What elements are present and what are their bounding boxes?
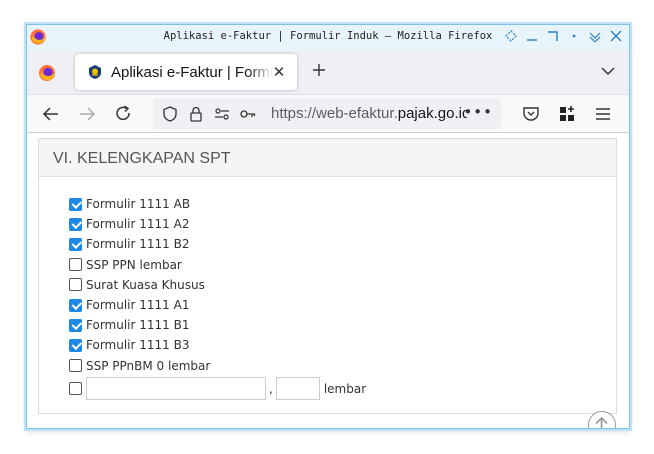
lembar-label: lembar xyxy=(323,381,367,396)
dot-icon[interactable] xyxy=(567,28,581,44)
checklist-item[interactable]: Surat Kuasa Khusus xyxy=(69,275,366,295)
checkbox[interactable] xyxy=(69,258,82,272)
chevron-down-icon[interactable] xyxy=(597,60,619,82)
url-text[interactable]: https://web-efaktur.pajak.go.id xyxy=(271,105,467,122)
shield-icon[interactable] xyxy=(161,105,179,123)
checklist-item[interactable]: Formulir 1111 A2 xyxy=(69,214,366,234)
scroll-to-top-button[interactable] xyxy=(588,411,616,428)
checkbox-label: Formulir 1111 B1 xyxy=(86,318,190,333)
lock-icon[interactable] xyxy=(187,105,205,123)
checkbox-label: Formulir 1111 A1 xyxy=(86,298,190,313)
checkbox-label: Formulir 1111 AB xyxy=(86,197,191,212)
checklist-item[interactable]: Formulir 1111 B1 xyxy=(69,315,366,335)
checkbox-label: Formulir 1111 A2 xyxy=(86,217,190,232)
other-attachment-checkbox[interactable] xyxy=(69,382,82,396)
checklist-item[interactable]: Formulir 1111 B3 xyxy=(69,335,366,355)
kelengkapan-spt-panel: VI. KELENGKAPAN SPT Formulir 1111 AB For… xyxy=(38,138,617,414)
attachment-checklist: Formulir 1111 AB Formulir 1111 A2 Formul… xyxy=(69,194,366,401)
checkbox-label: Surat Kuasa Khusus xyxy=(86,277,205,292)
checkbox[interactable] xyxy=(69,318,82,332)
url-bar[interactable]: https://web-efaktur.pajak.go.id ••• xyxy=(153,98,501,129)
firefox-view-icon[interactable] xyxy=(37,63,57,83)
close-window-icon[interactable] xyxy=(609,28,623,44)
browser-window: Aplikasi e-Faktur | Formulir Induk — Moz… xyxy=(26,24,630,429)
pocket-icon[interactable] xyxy=(520,103,542,125)
checkbox-label: SSP PPnBM 0 lembar xyxy=(86,358,211,373)
checkbox[interactable] xyxy=(69,298,82,312)
new-tab-button[interactable] xyxy=(306,58,332,84)
checkbox[interactable] xyxy=(69,338,82,352)
back-arrow-icon[interactable] xyxy=(40,103,62,125)
minimize-icon[interactable] xyxy=(525,28,539,44)
reload-icon[interactable] xyxy=(112,103,134,125)
key-icon[interactable] xyxy=(239,105,257,123)
navigation-toolbar: https://web-efaktur.pajak.go.id ••• xyxy=(27,95,629,133)
tab-active[interactable]: Aplikasi e-Faktur | Formulir Induk ✕ xyxy=(75,54,297,90)
checkbox[interactable] xyxy=(69,197,82,211)
checklist-item[interactable]: Formulir 1111 B2 xyxy=(69,234,366,254)
extensions-icon[interactable] xyxy=(556,103,578,125)
checkbox-label: Formulir 1111 B2 xyxy=(86,237,190,252)
comma-separator: , xyxy=(269,381,273,396)
tab-title: Aplikasi e-Faktur | Formulir Induk xyxy=(111,63,273,81)
checkbox[interactable] xyxy=(69,359,82,373)
checklist-item[interactable]: SSP PPnBM 0 lembar xyxy=(69,356,366,376)
page-actions-icon[interactable]: ••• xyxy=(463,103,493,121)
close-tab-icon[interactable]: ✕ xyxy=(271,63,287,81)
panel-heading: VI. KELENGKAPAN SPT xyxy=(39,139,616,177)
checkbox[interactable] xyxy=(69,237,82,251)
checkbox-label: Formulir 1111 B3 xyxy=(86,338,190,353)
page-content: VI. KELENGKAPAN SPT Formulir 1111 AB For… xyxy=(27,133,629,428)
other-attachment-count-input[interactable] xyxy=(275,377,320,401)
checklist-item[interactable]: Formulir 1111 A1 xyxy=(69,295,366,315)
checkbox-label: SSP PPN lembar xyxy=(86,257,182,272)
window-controls xyxy=(504,28,623,44)
tab-bar: Aplikasi e-Faktur | Formulir Induk ✕ xyxy=(27,50,629,95)
checklist-item[interactable]: Formulir 1111 AB xyxy=(69,194,366,214)
pajak-logo-icon xyxy=(89,65,101,79)
window-titlebar: Aplikasi e-Faktur | Formulir Induk — Moz… xyxy=(27,25,629,50)
forward-arrow-icon[interactable] xyxy=(76,103,98,125)
checkbox[interactable] xyxy=(69,217,82,231)
permissions-icon[interactable] xyxy=(213,105,231,123)
shade-icon[interactable] xyxy=(588,28,602,44)
checkbox[interactable] xyxy=(69,278,82,292)
other-attachment-row: , lembar xyxy=(69,377,366,401)
maximize-icon[interactable] xyxy=(546,28,560,44)
arrow-up-icon xyxy=(595,416,608,428)
keep-above-icon[interactable] xyxy=(504,28,518,44)
checklist-item[interactable]: SSP PPN lembar xyxy=(69,255,366,275)
other-attachment-name-input[interactable] xyxy=(86,377,266,401)
plus-icon xyxy=(313,64,325,76)
hamburger-menu-icon[interactable] xyxy=(592,103,614,125)
